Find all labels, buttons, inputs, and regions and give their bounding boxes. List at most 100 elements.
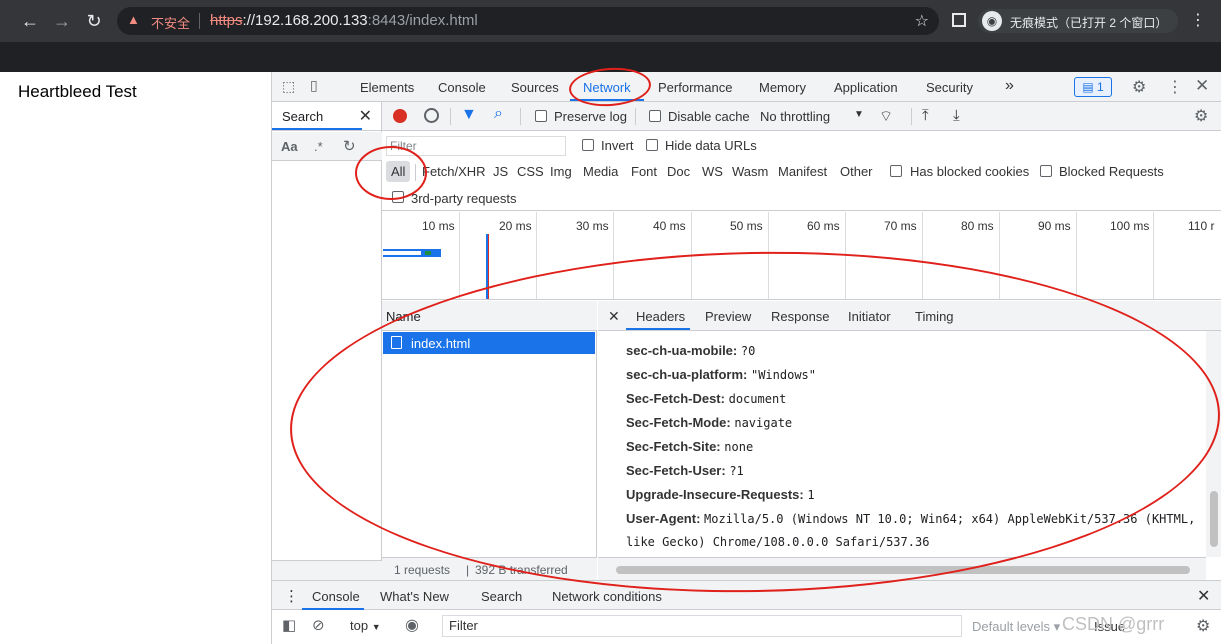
drawer-menu-icon[interactable]: ⋮ xyxy=(284,587,299,605)
match-case-button[interactable]: Aa xyxy=(281,139,298,154)
incognito-label: 无痕模式（已打开 2 个窗口） xyxy=(1010,16,1168,30)
header-row: sec-ch-ua-platform: "Windows" xyxy=(626,367,817,382)
type-filter-manifest[interactable]: Manifest xyxy=(778,164,827,179)
type-filter-media[interactable]: Media xyxy=(583,164,618,179)
search-pane: Search ✕ Aa .* ↻ xyxy=(272,102,382,580)
issues-badge[interactable]: ▤ 1 xyxy=(1074,77,1112,97)
record-icon[interactable] xyxy=(393,109,407,123)
throttling-select[interactable]: No throttling xyxy=(760,109,830,124)
devtools-menu-icon[interactable]: ⋮ xyxy=(1167,77,1183,97)
tab-timing[interactable]: Timing xyxy=(915,309,954,324)
chevron-down-icon[interactable]: ▼ xyxy=(854,109,864,120)
header-continuation: like Gecko) Chrome/108.0.0.0 Safari/537.… xyxy=(626,535,930,549)
horizontal-scrollbar[interactable] xyxy=(598,557,1206,580)
export-har-icon[interactable]: ⤓ xyxy=(953,107,960,124)
browser-toolbar: ← → ↻ ▲ 不安全 https://192.168.200.133:8443… xyxy=(0,0,1221,42)
network-overview-timeline[interactable]: 10 ms 20 ms 30 ms 40 ms 50 ms 60 ms 70 m… xyxy=(382,212,1221,300)
document-icon xyxy=(391,336,402,349)
network-conditions-icon[interactable]: ⌔ xyxy=(879,107,893,126)
blocked-requests-label: Blocked Requests xyxy=(1059,164,1164,179)
tab-console[interactable]: Console xyxy=(438,80,486,95)
tab-performance[interactable]: Performance xyxy=(658,80,732,95)
drawer-tab-console[interactable]: Console xyxy=(312,589,360,604)
tab-network[interactable]: Network xyxy=(583,80,631,95)
more-tabs-icon[interactable]: » xyxy=(1005,77,1014,95)
third-party-label: 3rd-party requests xyxy=(411,191,517,206)
request-count: 1 requests xyxy=(394,563,451,577)
filter-icon[interactable]: ▼ xyxy=(461,106,477,124)
request-details: ✕ Headers Preview Response Initiator Tim… xyxy=(598,301,1221,580)
type-filter-doc[interactable]: Doc xyxy=(667,164,690,179)
incognito-badge[interactable]: ◉ 无痕模式（已打开 2 个窗口） xyxy=(978,9,1178,33)
timeline-tick-label: 100 ms xyxy=(1110,219,1150,233)
reload-icon[interactable]: ↻ xyxy=(82,9,106,33)
type-filter-font[interactable]: Font xyxy=(631,164,657,179)
type-filter-img[interactable]: Img xyxy=(550,164,572,179)
sidebar-toggle-icon[interactable]: ◧ xyxy=(282,616,296,634)
side-panel-icon[interactable] xyxy=(952,13,966,27)
name-column-header[interactable]: Name xyxy=(386,309,421,324)
tab-headers[interactable]: Headers xyxy=(636,309,685,324)
forward-icon[interactable]: → xyxy=(50,9,74,33)
clear-console-icon[interactable]: ⊘ xyxy=(312,616,325,634)
refresh-icon[interactable]: ↻ xyxy=(343,137,356,155)
search-icon[interactable]: ⌕ xyxy=(494,105,503,123)
has-blocked-cookies-checkbox[interactable] xyxy=(890,165,902,177)
scroll-thumb[interactable] xyxy=(1210,491,1218,547)
device-toolbar-icon[interactable]: ▯ xyxy=(310,77,318,94)
tab-elements[interactable]: Elements xyxy=(360,80,414,95)
blocked-requests-checkbox[interactable] xyxy=(1040,165,1052,177)
tab-initiator[interactable]: Initiator xyxy=(848,309,891,324)
drawer-tab-search[interactable]: Search xyxy=(481,589,522,604)
tab-security[interactable]: Security xyxy=(926,80,973,95)
back-icon[interactable]: ← xyxy=(18,9,42,33)
divider xyxy=(450,108,451,125)
devtools-tabbar: ⬚ ▯ Elements Console Sources Network Per… xyxy=(272,72,1221,102)
close-details-icon[interactable]: ✕ xyxy=(608,308,620,325)
console-settings-icon[interactable]: ⚙ xyxy=(1196,616,1210,636)
close-devtools-icon[interactable]: ✕ xyxy=(1195,76,1209,96)
clear-icon[interactable] xyxy=(424,108,439,123)
type-filter-js[interactable]: JS xyxy=(493,164,508,179)
type-filter-all[interactable]: All xyxy=(386,161,411,182)
eye-icon[interactable]: ◉ xyxy=(405,615,419,635)
preserve-log-checkbox[interactable] xyxy=(535,110,547,122)
timeline-gridline xyxy=(613,212,614,299)
context-select[interactable]: top ▼ xyxy=(350,618,381,633)
tab-memory[interactable]: Memory xyxy=(759,80,806,95)
timeline-tick-label: 10 ms xyxy=(422,219,455,233)
type-filter-fetch-xhr[interactable]: Fetch/XHR xyxy=(422,164,486,179)
regex-button[interactable]: .* xyxy=(314,139,323,154)
bookmark-star-icon[interactable]: ☆ xyxy=(915,11,929,31)
tab-preview[interactable]: Preview xyxy=(705,309,751,324)
console-filter-input[interactable]: Filter xyxy=(442,615,962,637)
divider xyxy=(199,13,200,29)
tab-sources[interactable]: Sources xyxy=(511,80,559,95)
tab-response[interactable]: Response xyxy=(771,309,830,324)
close-search-icon[interactable]: ✕ xyxy=(359,106,372,126)
settings-gear-icon[interactable]: ⚙ xyxy=(1132,77,1146,97)
disable-cache-checkbox[interactable] xyxy=(649,110,661,122)
drawer-tab-network-conditions[interactable]: Network conditions xyxy=(552,589,662,604)
hide-data-urls-checkbox[interactable] xyxy=(646,139,658,151)
type-filter-other[interactable]: Other xyxy=(840,164,873,179)
scroll-thumb[interactable] xyxy=(616,566,1190,574)
tab-application[interactable]: Application xyxy=(834,80,898,95)
search-tab[interactable]: Search xyxy=(282,109,323,124)
drawer-tab-whats-new[interactable]: What's New xyxy=(380,589,449,604)
table-row[interactable]: index.html xyxy=(383,332,595,354)
close-drawer-icon[interactable]: ✕ xyxy=(1197,586,1210,606)
inspect-element-icon[interactable]: ⬚ xyxy=(282,78,295,95)
address-bar[interactable]: ▲ 不安全 https://192.168.200.133:8443/index… xyxy=(117,7,939,35)
invert-checkbox[interactable] xyxy=(582,139,594,151)
import-har-icon[interactable]: ⤒ xyxy=(922,107,929,124)
third-party-checkbox[interactable] xyxy=(392,191,404,203)
filter-input[interactable]: Filter xyxy=(386,136,566,156)
vertical-scrollbar[interactable] xyxy=(1206,331,1221,557)
type-filter-css[interactable]: CSS xyxy=(517,164,544,179)
network-settings-icon[interactable]: ⚙ xyxy=(1194,106,1208,126)
browser-menu-icon[interactable]: ⋮ xyxy=(1190,10,1206,30)
type-filter-ws[interactable]: WS xyxy=(702,164,723,179)
type-filter-wasm[interactable]: Wasm xyxy=(732,164,768,179)
log-levels-select[interactable]: Default levels ▾ xyxy=(972,619,1060,635)
